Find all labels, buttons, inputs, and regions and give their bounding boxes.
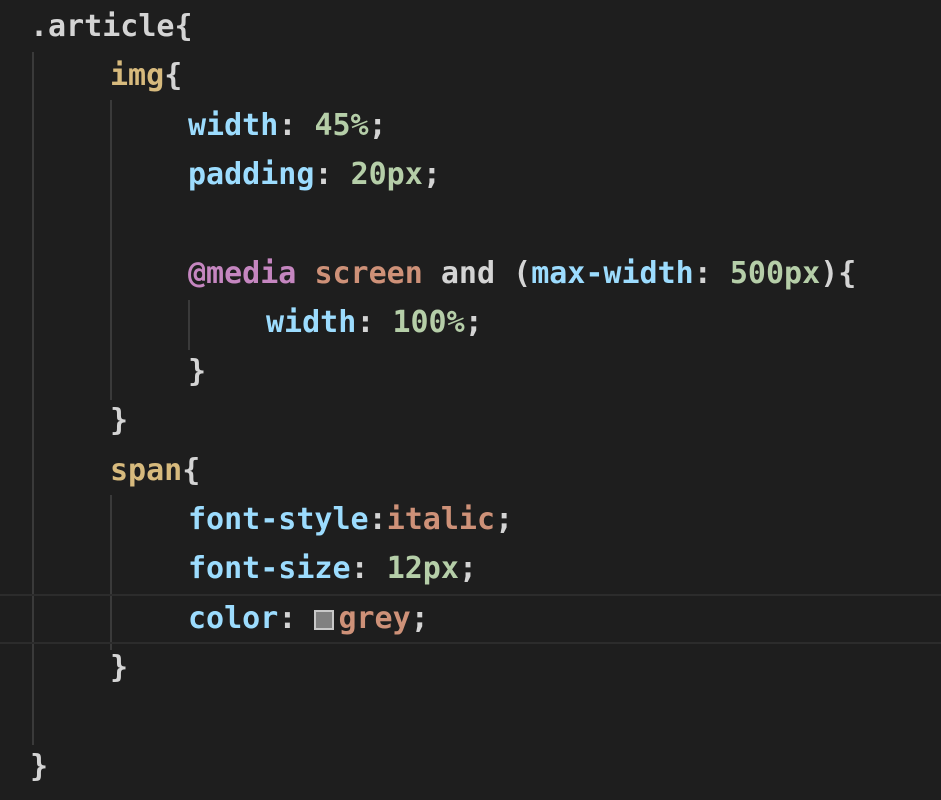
code-line[interactable]: .article{ [0, 2, 941, 52]
code-token: 45% [314, 107, 369, 143]
code-line[interactable]: span{ [0, 446, 941, 496]
code-token: } [110, 403, 129, 439]
code-token: max-width [531, 255, 694, 291]
code-token: } [30, 748, 49, 784]
code-line[interactable]: } [0, 347, 941, 397]
code-token: font-size [188, 551, 351, 587]
code-line[interactable]: @media screen and (max-width: 500px){ [0, 249, 941, 299]
code-token: : [278, 600, 315, 636]
code-line[interactable]: padding: 20px; [0, 150, 941, 200]
code-line[interactable] [0, 199, 941, 249]
code-token: italic [386, 502, 496, 537]
code-token: ; [368, 107, 387, 143]
code-line-current[interactable]: color: grey; [0, 593, 941, 644]
code-line[interactable]: width: 45%; [0, 101, 941, 151]
code-token: ; [410, 600, 429, 636]
code-line[interactable]: } [0, 742, 941, 792]
code-line[interactable]: } [0, 643, 941, 693]
code-token: @media [188, 255, 297, 291]
code-token: ; [458, 551, 477, 587]
code-token: grey [338, 600, 411, 636]
code-token: : [356, 304, 393, 340]
code-token: 12px [386, 551, 459, 587]
code-token: and ( [422, 255, 532, 291]
code-line[interactable]: font-size: 12px; [0, 544, 941, 594]
code-token: ; [464, 304, 483, 340]
code-token: 100% [392, 304, 465, 340]
code-token: } [110, 649, 129, 685]
code-token: : [350, 551, 387, 587]
code-token: { [174, 9, 193, 44]
code-token: width [266, 304, 357, 340]
code-token: .article [30, 9, 175, 44]
code-line[interactable]: img{ [0, 51, 941, 101]
code-token: 20px [350, 156, 423, 192]
code-token: { [164, 58, 183, 94]
code-token: img [110, 58, 165, 94]
code-line[interactable]: } [0, 396, 941, 446]
code-token: } [188, 354, 207, 390]
code-token: font-style [188, 502, 369, 537]
code-token: : [314, 156, 351, 192]
code-line[interactable]: font-style:italic; [0, 495, 941, 545]
code-token: : [278, 107, 315, 143]
code-token: ; [495, 502, 514, 537]
code-line[interactable] [0, 692, 941, 742]
code-line[interactable]: width: 100%; [0, 298, 941, 348]
code-token: span [110, 452, 183, 488]
color-swatch-icon[interactable] [314, 609, 335, 630]
code-token: { [182, 452, 201, 488]
code-token: screen [314, 255, 423, 291]
code-token: width [188, 107, 279, 143]
code-editor[interactable]: .article{img{width: 45%; padding: 20px; @m… [0, 0, 941, 800]
code-token: ){ [820, 255, 857, 291]
code-token: 500px [729, 255, 821, 291]
code-token: padding [188, 156, 315, 192]
code-token: : [693, 255, 730, 291]
code-token: : [368, 502, 387, 537]
code-token: ; [422, 156, 441, 192]
code-token: color [188, 600, 279, 636]
